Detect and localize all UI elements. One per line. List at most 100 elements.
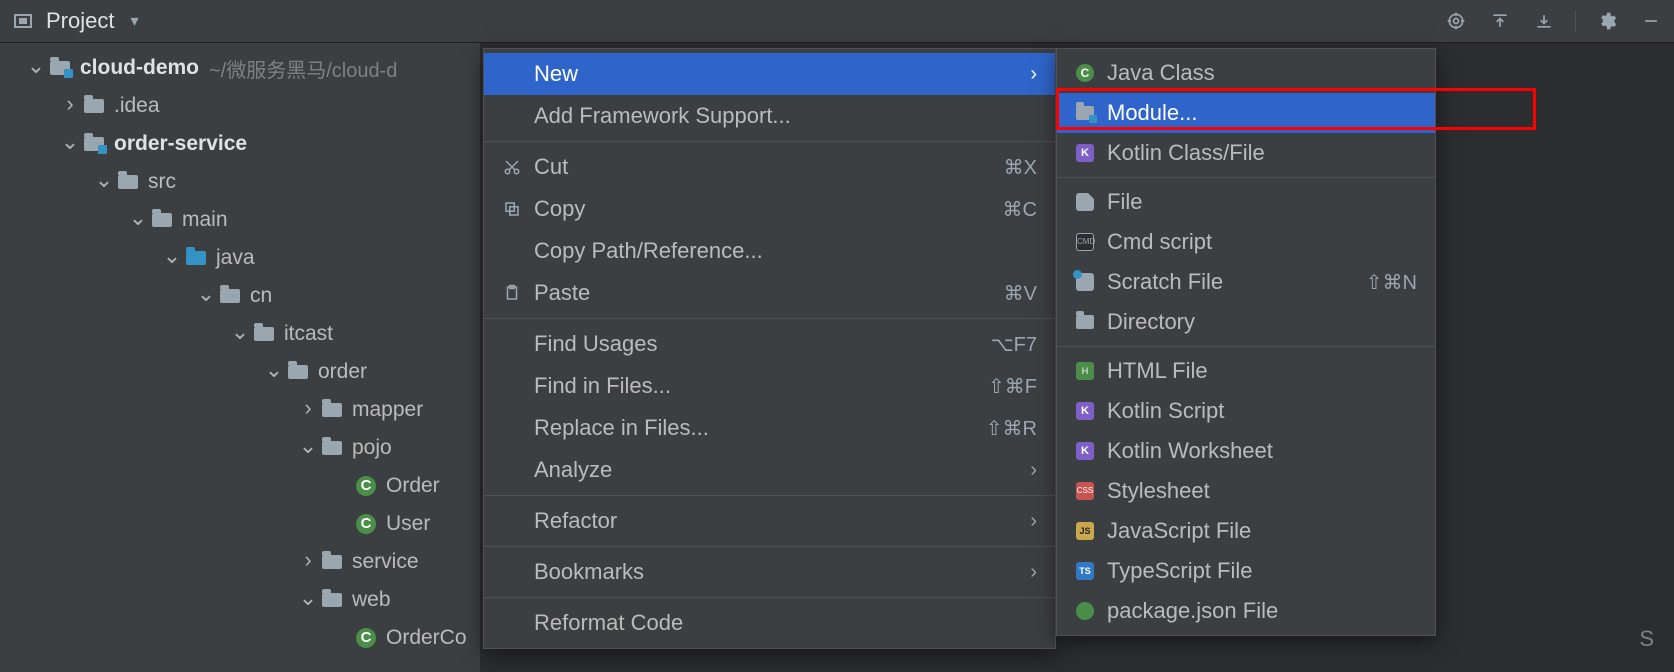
submenu-item-scratch[interactable]: Scratch File ⇧⌘N xyxy=(1057,262,1435,302)
menu-item-cut[interactable]: Cut ⌘X xyxy=(484,146,1055,188)
submenu-item-ts[interactable]: TS TypeScript File xyxy=(1057,551,1435,591)
minimize-icon[interactable] xyxy=(1638,8,1664,34)
tree-item-itcast[interactable]: itcast xyxy=(0,315,480,353)
menu-separator xyxy=(484,318,1055,319)
menu-item-analyze[interactable]: Analyze › xyxy=(484,449,1055,491)
tree-item-order[interactable]: order xyxy=(0,353,480,391)
tree-item-class-order[interactable]: C Order xyxy=(0,467,480,505)
scratch-icon xyxy=(1071,273,1099,291)
menu-item-bookmarks[interactable]: Bookmarks › xyxy=(484,551,1055,593)
tree-label: web xyxy=(352,588,391,612)
tree-label: java xyxy=(216,246,255,270)
tree-item-src[interactable]: src xyxy=(0,163,480,201)
tree-item-class-orderco[interactable]: C OrderCo xyxy=(0,619,480,657)
submenu-item-java-class[interactable]: C Java Class xyxy=(1057,53,1435,93)
submenu-item-file[interactable]: File xyxy=(1057,182,1435,222)
menu-separator xyxy=(1057,177,1435,178)
tree-label: .idea xyxy=(114,94,160,118)
tree-path-hint: ~/微服务黑马/cloud-d xyxy=(209,54,397,83)
kotlin-icon: K xyxy=(1071,144,1099,162)
menu-item-new[interactable]: New › xyxy=(484,53,1055,95)
submenu-item-html[interactable]: H HTML File xyxy=(1057,351,1435,391)
html-icon: H xyxy=(1071,362,1099,380)
menu-item-reformat[interactable]: Reformat Code xyxy=(484,602,1055,644)
menu-separator xyxy=(1057,346,1435,347)
chevron-right-icon: › xyxy=(1030,561,1037,584)
css-icon: CSS xyxy=(1071,482,1099,500)
tree-label: service xyxy=(352,550,419,574)
kotlin-script-icon: K xyxy=(1071,402,1099,420)
kotlin-worksheet-icon: K xyxy=(1071,442,1099,460)
submenu-item-directory[interactable]: Directory xyxy=(1057,302,1435,342)
submenu-item-kotlin-script[interactable]: K Kotlin Script xyxy=(1057,391,1435,431)
target-icon[interactable] xyxy=(1443,8,1469,34)
cut-icon xyxy=(498,158,526,176)
menu-item-replace-in-files[interactable]: Replace in Files... ⇧⌘R xyxy=(484,407,1055,449)
gear-icon[interactable] xyxy=(1594,8,1620,34)
submenu-item-kotlin-class[interactable]: K Kotlin Class/File xyxy=(1057,133,1435,173)
tree-item-cn[interactable]: cn xyxy=(0,277,480,315)
folder-icon xyxy=(1071,315,1099,329)
toolbar-title[interactable]: Project xyxy=(46,8,114,34)
tree-item-mapper[interactable]: mapper xyxy=(0,391,480,429)
tree-item-order-service[interactable]: order-service xyxy=(0,125,480,163)
chevron-down-icon[interactable]: ▾ xyxy=(130,11,138,31)
submenu-item-cmd-script[interactable]: CMD Cmd script xyxy=(1057,222,1435,262)
tree-item-pojo[interactable]: pojo xyxy=(0,429,480,467)
file-icon xyxy=(1071,193,1099,211)
menu-item-find-in-files[interactable]: Find in Files... ⇧⌘F xyxy=(484,365,1055,407)
tree-label: cn xyxy=(250,284,272,308)
tree-root-cloud-demo[interactable]: cloud-demo ~/微服务黑马/cloud-d xyxy=(0,49,480,87)
menu-item-copy[interactable]: Copy ⌘C xyxy=(484,188,1055,230)
tree-label: cloud-demo xyxy=(80,56,199,80)
menu-separator xyxy=(484,141,1055,142)
copy-icon xyxy=(498,200,526,218)
collapse-all-icon[interactable] xyxy=(1531,8,1557,34)
tree-item-class-user[interactable]: C User xyxy=(0,505,480,543)
tree-item-idea[interactable]: .idea xyxy=(0,87,480,125)
menu-separator xyxy=(484,546,1055,547)
new-submenu: C Java Class Module... K Kotlin Class/Fi… xyxy=(1056,48,1436,636)
chevron-right-icon: › xyxy=(1030,510,1037,533)
context-menu: New › Add Framework Support... Cut ⌘X Co… xyxy=(483,48,1056,649)
tree-label: main xyxy=(182,208,228,232)
tree-label: order xyxy=(318,360,367,384)
menu-item-add-framework[interactable]: Add Framework Support... xyxy=(484,95,1055,137)
chevron-right-icon: › xyxy=(1030,459,1037,482)
menu-item-refactor[interactable]: Refactor › xyxy=(484,500,1055,542)
tree-label: OrderCo xyxy=(386,626,467,650)
tree-label: order-service xyxy=(114,132,247,156)
submenu-item-js[interactable]: JS JavaScript File xyxy=(1057,511,1435,551)
cmd-icon: CMD xyxy=(1071,233,1099,251)
submenu-item-module[interactable]: Module... xyxy=(1057,93,1435,133)
tree-item-service[interactable]: service xyxy=(0,543,480,581)
tree-item-java[interactable]: java xyxy=(0,239,480,277)
submenu-item-stylesheet[interactable]: CSS Stylesheet xyxy=(1057,471,1435,511)
module-icon xyxy=(1071,106,1099,120)
tree-item-web[interactable]: web xyxy=(0,581,480,619)
tree-label: mapper xyxy=(352,398,423,422)
ts-icon: TS xyxy=(1071,562,1099,580)
chevron-right-icon: › xyxy=(1030,63,1037,86)
tree-label: pojo xyxy=(352,436,392,460)
submenu-item-kotlin-worksheet[interactable]: K Kotlin Worksheet xyxy=(1057,431,1435,471)
menu-item-paste[interactable]: Paste ⌘V xyxy=(484,272,1055,314)
menu-item-copy-path[interactable]: Copy Path/Reference... xyxy=(484,230,1055,272)
menu-item-find-usages[interactable]: Find Usages ⌥F7 xyxy=(484,323,1055,365)
status-indicator: S xyxy=(1639,626,1654,652)
project-tree: cloud-demo ~/微服务黑马/cloud-d .idea order-s… xyxy=(0,43,480,672)
project-tool-icon[interactable] xyxy=(10,8,36,34)
submenu-item-package-json[interactable]: package.json File xyxy=(1057,591,1435,631)
tree-label: Order xyxy=(386,474,440,498)
menu-separator xyxy=(484,495,1055,496)
json-icon xyxy=(1071,602,1099,620)
tree-label: User xyxy=(386,512,430,536)
js-icon: JS xyxy=(1071,522,1099,540)
expand-all-icon[interactable] xyxy=(1487,8,1513,34)
tree-item-main[interactable]: main xyxy=(0,201,480,239)
java-class-icon: C xyxy=(1071,64,1099,82)
menu-separator xyxy=(484,597,1055,598)
paste-icon xyxy=(498,284,526,302)
project-toolbar: Project ▾ xyxy=(0,0,1674,43)
tree-label: src xyxy=(148,170,176,194)
